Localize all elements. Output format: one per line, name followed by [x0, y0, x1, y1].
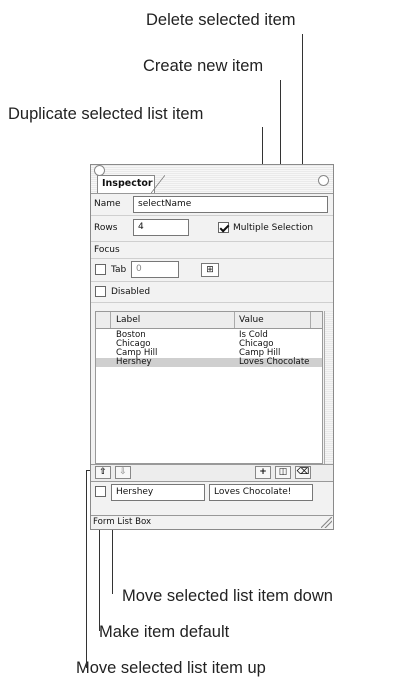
inspector-panel: Inspector Name selectName Rows 4 Multipl…: [90, 164, 334, 530]
multiple-selection-checkbox[interactable]: [218, 222, 229, 233]
column-header-value[interactable]: Value: [239, 314, 264, 326]
plus-icon: +: [259, 467, 267, 477]
name-label: Name: [94, 199, 121, 209]
column-header-label[interactable]: Label: [116, 314, 140, 326]
delete-item-button[interactable]: ⌫: [295, 466, 311, 479]
row-label-cell: Hershey: [116, 357, 152, 367]
disabled-row: Disabled: [91, 282, 333, 303]
callout-duplicate-selected-list-item: Duplicate selected list item: [8, 105, 204, 123]
move-up-button[interactable]: ⇧: [95, 466, 111, 479]
resize-grip-icon[interactable]: [321, 517, 332, 528]
name-field[interactable]: selectName: [133, 196, 328, 213]
focus-row: Focus: [91, 242, 333, 259]
list-header: Label Value: [96, 312, 322, 329]
callout-delete-selected-item: Delete selected item: [146, 11, 296, 29]
rows-field[interactable]: 4: [133, 219, 189, 236]
callout-create-new-item: Create new item: [143, 57, 264, 75]
edit-item-row: Hershey Loves Chocolate!: [91, 482, 333, 502]
tab-index-row: Tab 0 ⊞: [91, 259, 333, 282]
list-scrollbar[interactable]: [324, 311, 333, 464]
make-default-checkbox[interactable]: [95, 486, 106, 497]
list-values-table[interactable]: Label Value Boston Is Cold Chicago Chica…: [95, 311, 323, 464]
focus-label: Focus: [94, 245, 120, 255]
disabled-label: Disabled: [111, 287, 151, 297]
create-new-item-button[interactable]: +: [255, 466, 271, 479]
disabled-checkbox[interactable]: [95, 286, 106, 297]
status-text: Form List Box: [93, 517, 152, 527]
name-row: Name selectName: [91, 194, 333, 216]
arrow-up-icon: ⇧: [99, 467, 107, 477]
arrow-down-icon: ⇩: [119, 467, 127, 477]
edit-value-field[interactable]: Loves Chocolate!: [209, 484, 313, 501]
move-down-button[interactable]: ⇩: [115, 466, 131, 479]
row-value-cell: Loves Chocolate: [239, 357, 310, 367]
tab-bar: Inspector: [91, 165, 333, 194]
table-row-selected[interactable]: Hershey Loves Chocolate: [96, 358, 322, 367]
callout-move-selected-list-item-up: Move selected list item up: [76, 659, 266, 677]
callout-move-selected-list-item-down: Move selected list item down: [122, 587, 333, 605]
list-toolbar: ⇧ ⇩ + ◫ ⌫: [91, 464, 333, 482]
collapse-circle-icon[interactable]: [318, 175, 329, 186]
tab-inspector[interactable]: Inspector: [97, 175, 155, 193]
edit-label-field[interactable]: Hershey: [111, 484, 205, 501]
rows-row: Rows 4 Multiple Selection: [91, 216, 333, 242]
leader-line-move-up-v: [86, 470, 87, 668]
tab-checkbox-label: Tab: [111, 265, 127, 275]
tab-slant: [151, 175, 165, 193]
tab-index-field[interactable]: 0: [131, 261, 179, 278]
multiple-selection-label: Multiple Selection: [233, 223, 314, 233]
status-bar: Form List Box: [91, 515, 333, 529]
rows-label: Rows: [94, 223, 118, 233]
duplicate-item-button[interactable]: ◫: [275, 466, 291, 479]
tab-inspector-label: Inspector: [102, 178, 153, 189]
grid-icon[interactable]: ⊞: [201, 263, 219, 277]
trash-icon: ⌫: [296, 467, 310, 477]
callout-make-item-default: Make item default: [99, 623, 230, 641]
duplicate-icon: ◫: [278, 467, 288, 477]
tab-checkbox[interactable]: [95, 264, 106, 275]
